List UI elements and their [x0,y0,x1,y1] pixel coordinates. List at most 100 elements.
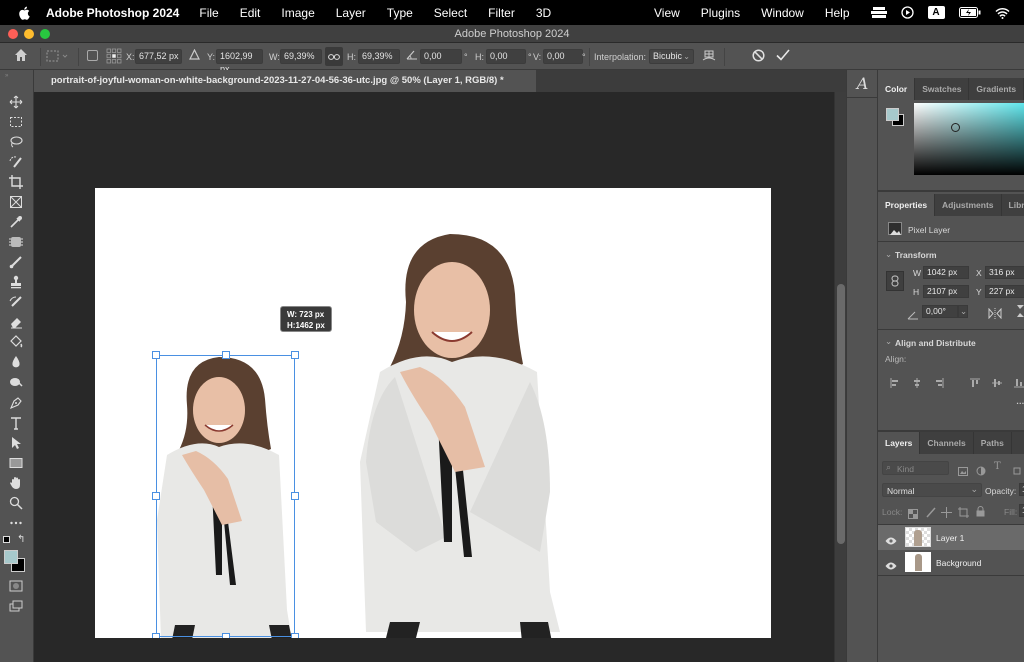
align-left-edges-icon[interactable] [890,375,900,393]
play-circle-icon[interactable] [900,6,914,19]
transform-handle-middle-left[interactable] [152,492,160,500]
menu-plugins[interactable]: Plugins [701,6,740,20]
transform-bounding-box[interactable] [156,355,295,637]
y-position-field[interactable]: 1602,99 px [216,49,263,74]
layer-1-name[interactable]: Layer 1 [936,533,964,543]
path-selection-tool-icon[interactable] [7,435,25,451]
hand-tool-icon[interactable] [7,475,25,491]
transform-handle-bottom-center[interactable] [222,633,230,638]
transform-handle-middle-right[interactable] [291,492,299,500]
transform-handle-top-left[interactable] [152,351,160,359]
menu-file[interactable]: File [199,6,218,20]
menu-edit[interactable]: Edit [240,6,261,20]
clone-stamp-tool-icon[interactable] [7,274,25,290]
reference-point-locator[interactable] [106,48,122,64]
transform-handle-bottom-left[interactable] [152,633,160,638]
tool-preset-picker[interactable] [46,49,68,63]
panel-collapse-grip[interactable]: » [5,73,8,79]
brush-tool-icon[interactable] [7,254,25,270]
align-vertical-centers-icon[interactable] [992,375,1002,393]
horizontal-skew-field[interactable]: 0,00 [486,49,526,64]
transform-section-title[interactable]: Transform [895,250,937,260]
document-tab[interactable]: portrait-of-joyful-woman-on-white-backgr… [34,70,536,92]
align-collapse-chevron-icon[interactable]: ⌄ [885,336,892,347]
x-position-field[interactable]: 677,52 px [135,49,182,64]
align-right-edges-icon[interactable] [934,375,944,393]
layer-1-visibility-eye-icon[interactable] [885,532,897,550]
prop-width-field[interactable]: 1042 px [923,266,969,279]
menu-window[interactable]: Window [761,6,804,20]
blur-tool-icon[interactable] [7,354,25,370]
color-picker-cursor[interactable] [951,123,960,132]
maintain-aspect-ratio-link-icon[interactable] [325,47,343,66]
default-colors-icon[interactable] [3,536,10,543]
spot-healing-brush-tool-icon[interactable] [7,234,25,250]
home-icon[interactable] [14,48,28,62]
tab-channels[interactable]: Channels [920,432,974,454]
layer-row-layer-1[interactable]: Layer 1 [878,525,1024,550]
tab-layers[interactable]: Layers [878,432,921,454]
eyedropper-tool-icon[interactable] [7,214,25,230]
paint-bucket-tool-icon[interactable] [7,334,25,350]
wifi-icon[interactable] [994,7,1010,19]
flip-vertical-icon[interactable] [1016,304,1024,323]
height-percent-field[interactable]: 69,39% [358,49,400,64]
history-brush-tool-icon[interactable] [7,294,25,310]
tab-paths[interactable]: Paths [974,432,1012,454]
swap-colors-icon[interactable]: ↰ [17,534,25,545]
glyphs-panel-icon[interactable]: A [847,70,878,98]
tab-properties[interactable]: Properties [878,194,936,216]
foreground-color-swatch[interactable] [4,550,18,564]
reference-point-checkbox[interactable] [87,50,98,61]
lasso-tool-icon[interactable] [7,134,25,150]
tab-libraries[interactable]: Libra [1002,194,1024,216]
input-source-icon[interactable]: A [927,6,945,19]
prop-height-field[interactable]: 2107 px [923,285,969,298]
more-tools-icon[interactable] [7,515,25,531]
filter-type-layers-icon[interactable]: T [994,461,1001,472]
menu-view[interactable]: View [654,6,680,20]
filter-adjustment-layers-icon[interactable] [976,463,986,481]
quick-mask-icon[interactable] [7,578,25,594]
tab-color[interactable]: Color [878,78,916,100]
pen-tool-icon[interactable] [7,395,25,411]
stage-manager-icon[interactable] [870,6,887,19]
layer-row-background[interactable]: Background [878,550,1024,575]
background-layer-name[interactable]: Background [936,558,981,568]
relative-position-icon[interactable] [189,48,200,63]
cancel-transform-button[interactable] [752,49,765,63]
eraser-tool-icon[interactable] [7,314,25,330]
app-menu[interactable]: Adobe Photoshop 2024 [46,6,179,20]
type-tool-icon[interactable] [7,415,25,431]
battery-icon[interactable] [958,7,981,18]
vertical-scrollbar[interactable] [834,92,846,662]
move-tool-icon[interactable] [7,94,25,110]
menu-filter[interactable]: Filter [488,6,515,20]
prop-angle-field[interactable]: 0,00° [922,305,958,318]
zoom-tool-icon[interactable] [7,495,25,511]
screen-mode-icon[interactable] [7,598,25,614]
angle-dropdown-chevron-icon[interactable]: ⌄ [958,305,968,318]
prop-y-field[interactable]: 227 px [985,285,1024,298]
rectangle-tool-icon[interactable] [7,455,25,471]
background-visibility-eye-icon[interactable] [885,557,897,575]
flip-horizontal-icon[interactable] [988,306,1002,324]
menu-type[interactable]: Type [387,6,413,20]
transform-collapse-chevron-icon[interactable]: ⌄ [885,249,892,260]
transform-handle-top-right[interactable] [291,351,299,359]
lock-artboard-icon[interactable] [958,505,969,523]
dodge-tool-icon[interactable] [7,374,25,390]
tab-adjustments[interactable]: Adjustments [935,194,1002,216]
apple-logo-icon[interactable] [16,6,32,20]
more-options-icon[interactable]: … [1016,396,1024,406]
document-canvas[interactable]: W: 723 px H:1462 px [95,188,771,638]
object-selection-tool-icon[interactable] [7,154,25,170]
vertical-skew-field[interactable]: 0,00 [543,49,583,64]
width-percent-field[interactable]: 69,39% [280,49,322,64]
warp-mode-icon[interactable] [702,48,716,62]
fill-field[interactable]: 1 [1019,504,1024,517]
lock-position-icon[interactable] [941,505,952,523]
commit-transform-button[interactable] [776,49,790,63]
color-field-picker[interactable] [914,103,1024,175]
blend-mode-select[interactable]: Normal ⌄ [882,483,982,497]
